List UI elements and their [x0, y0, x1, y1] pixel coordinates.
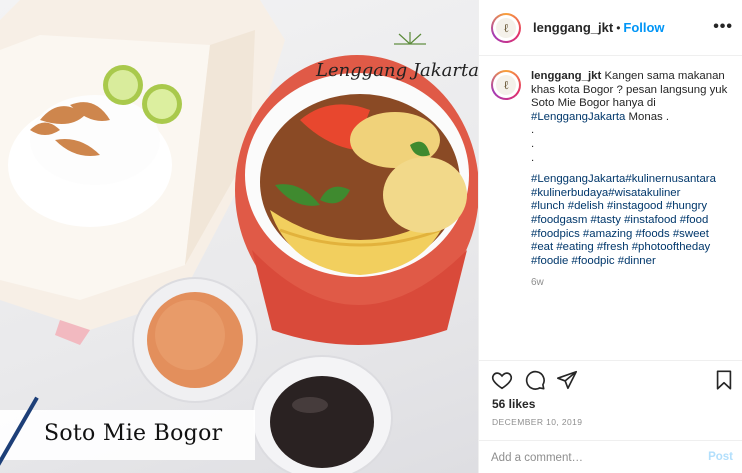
- post-header: ℓ lenggang_jkt • Follow •••: [479, 0, 742, 56]
- hashtag-line[interactable]: #eat #eating #fresh #photooftheday: [531, 241, 735, 255]
- hashtag-line[interactable]: #foodie #foodpic #dinner: [531, 255, 735, 269]
- hashtag-line[interactable]: #lunch #delish #instagood #hungry: [531, 200, 735, 214]
- post-date[interactable]: DECEMBER 10, 2019: [492, 417, 582, 427]
- comment-icon[interactable]: [524, 369, 546, 391]
- comment-input[interactable]: [491, 449, 691, 467]
- caption-username[interactable]: lenggang_jkt: [531, 70, 601, 82]
- more-options-icon[interactable]: •••: [713, 18, 733, 36]
- bookmark-icon[interactable]: [713, 369, 735, 391]
- hashtag-line[interactable]: #foodpics #amazing #foods #sweet: [531, 228, 735, 242]
- post-age[interactable]: 6w: [531, 276, 735, 290]
- dish-title: Soto Mie Bogor: [44, 421, 223, 446]
- like-count[interactable]: 56 likes: [492, 397, 535, 411]
- heart-icon[interactable]: [491, 369, 513, 391]
- username-link[interactable]: lenggang_jkt: [533, 20, 613, 35]
- avatar-image: ℓ: [496, 17, 516, 38]
- hashtag-line[interactable]: #kulinerbudaya#wisatakuliner: [531, 187, 735, 201]
- comment-box: Post: [479, 440, 742, 473]
- hashtag-line[interactable]: #foodgasm #tasty #instafood #food: [531, 214, 735, 228]
- post-actions: 56 likes DECEMBER 10, 2019 Post: [479, 360, 742, 473]
- post-comment-button[interactable]: Post: [708, 451, 733, 463]
- caption-body: lenggang_jkt Kangen sama makanan khas ko…: [531, 70, 735, 290]
- action-icons: [491, 369, 733, 393]
- brand-logo-text: Lenggang Jakarta: [316, 60, 478, 81]
- hashtag-line[interactable]: #LenggangJakarta#kulinernusantara: [531, 173, 735, 187]
- caption-dot: .: [531, 137, 535, 150]
- caption-dot: .: [531, 151, 535, 164]
- dish-title-banner: Soto Mie Bogor: [0, 396, 255, 472]
- caption-avatar[interactable]: ℓ: [491, 70, 521, 100]
- caption-text-after: Monas .: [628, 110, 670, 123]
- caption-dot: .: [531, 124, 535, 137]
- post-side-panel: ℓ lenggang_jkt • Follow ••• ℓ lenggang_j…: [478, 0, 742, 473]
- separator-dot: •: [616, 20, 621, 35]
- location-hashtag[interactable]: #LenggangJakarta: [531, 111, 625, 123]
- post-image[interactable]: Lenggang Jakarta Soto Mie Bogor: [0, 0, 478, 473]
- avatar[interactable]: ℓ: [491, 12, 521, 43]
- follow-button[interactable]: Follow: [623, 20, 664, 35]
- caption-comment: ℓ lenggang_jkt Kangen sama makanan khas …: [491, 70, 735, 290]
- avatar-image: ℓ: [496, 75, 516, 95]
- share-icon[interactable]: [556, 369, 578, 391]
